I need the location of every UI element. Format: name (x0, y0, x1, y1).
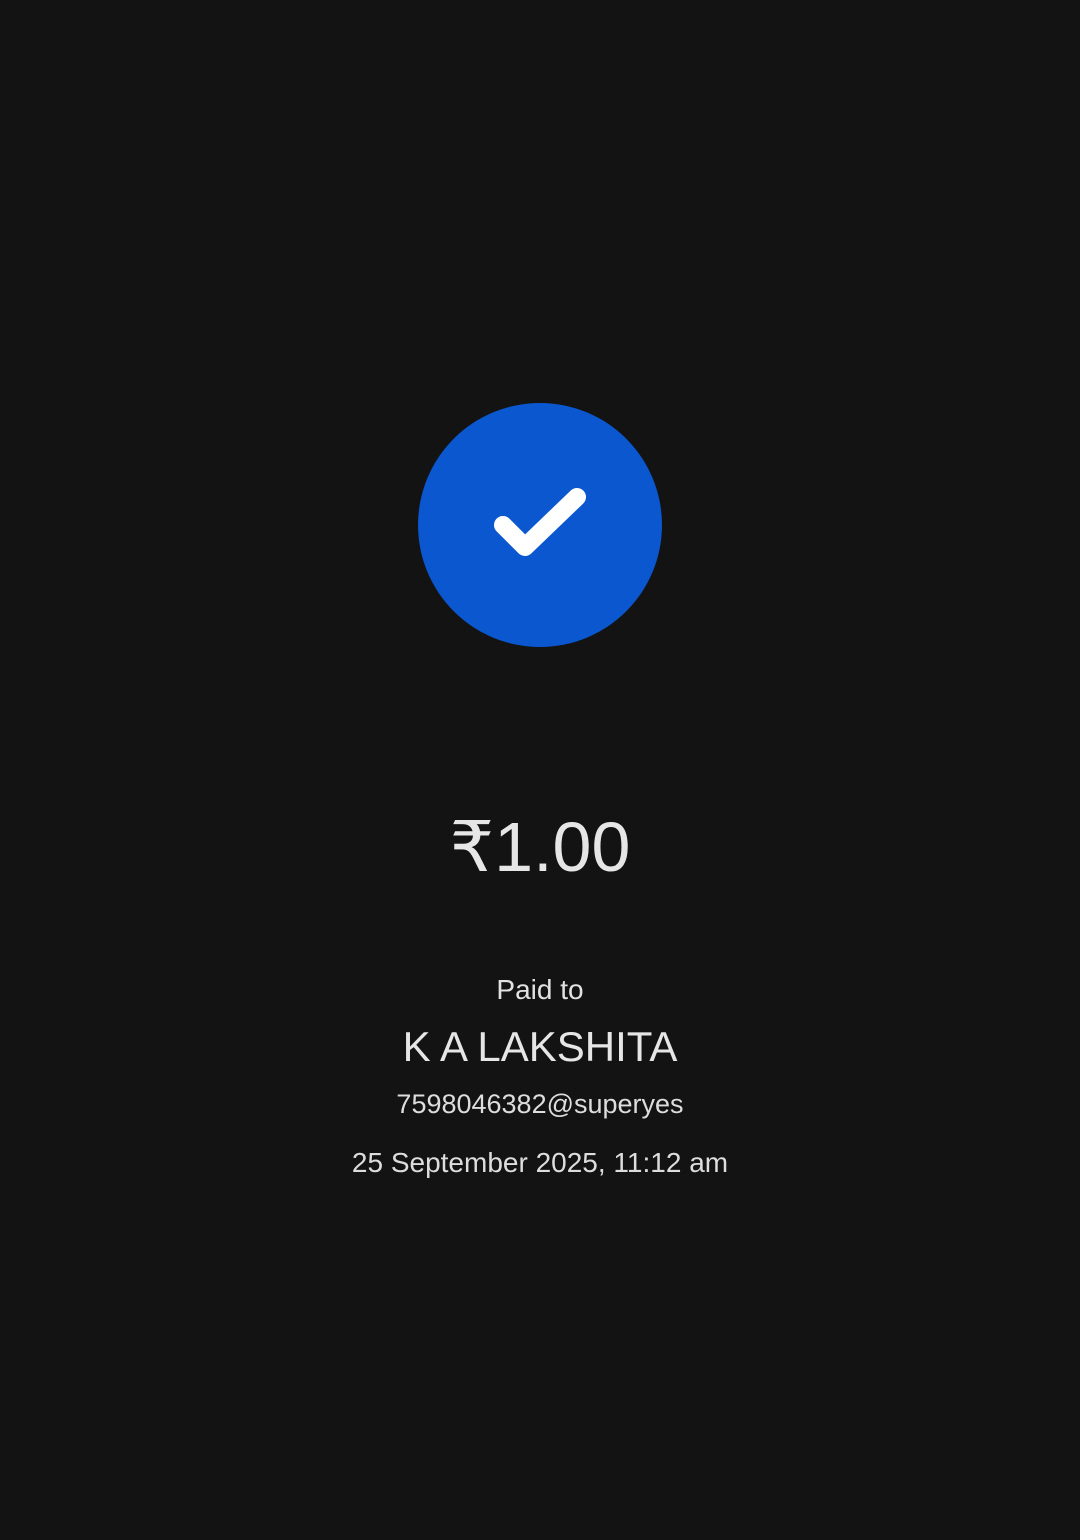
payment-datetime: 25 September 2025, 11:12 am (351, 1147, 729, 1178)
payee-name: K A LAKSHITA (402, 1023, 678, 1070)
payee-upi-id: 7598046382@superyes (396, 1089, 684, 1119)
success-badge (418, 403, 662, 647)
payment-success-screen: ₹1.00 Paid to K A LAKSHITA 7598046382@su… (0, 0, 1080, 1540)
check-icon (494, 488, 586, 556)
payment-amount: ₹1.00 (449, 808, 631, 886)
paid-to-label: Paid to (496, 974, 584, 1005)
